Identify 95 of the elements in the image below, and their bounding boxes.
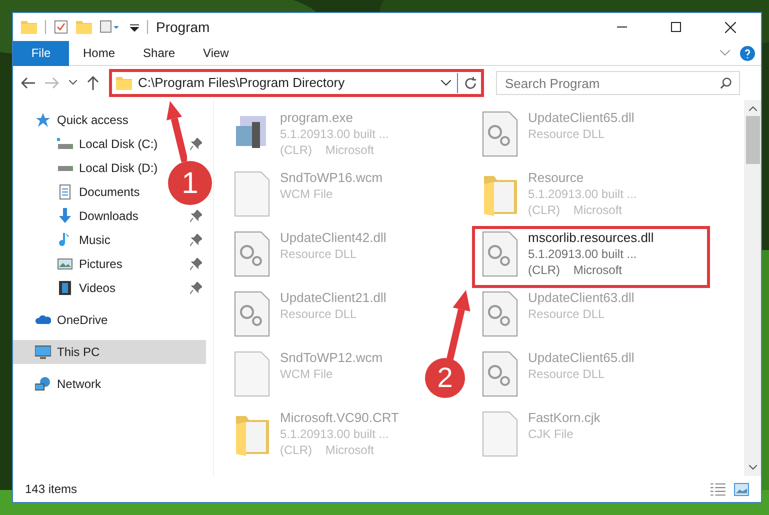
nav-item[interactable]: Downloads	[79, 207, 138, 225]
nav-item[interactable]: Videos	[79, 279, 116, 297]
pin-icon[interactable]	[190, 282, 202, 294]
search-icon[interactable]	[720, 77, 732, 89]
film-icon	[57, 280, 73, 296]
file-detail: Resource DLL	[280, 246, 358, 262]
ribbon-tab[interactable]: File	[13, 40, 69, 66]
scrollbar-thumb[interactable]	[746, 116, 760, 164]
up-icon[interactable]	[87, 76, 99, 90]
network-icon	[35, 376, 51, 392]
minimize-icon	[617, 26, 627, 28]
file-detail: (CLR) Microsoft	[528, 202, 624, 218]
pictures-icon	[57, 256, 73, 272]
ribbon-tab[interactable]: Home	[69, 40, 130, 66]
gear-file-icon	[480, 290, 520, 338]
recent-caret-icon[interactable]	[69, 80, 77, 86]
file-item[interactable]: mscorlib.resources.dll 5.1.20913.00 built ... (CLR) Microsoft	[480, 230, 654, 278]
pin-icon[interactable]	[190, 258, 202, 270]
file-detail: (CLR) Microsoft	[280, 442, 376, 458]
file-detail: WCM File	[280, 366, 334, 382]
nav-item[interactable]: OneDrive	[57, 311, 108, 329]
file-detail: WCM File	[280, 186, 334, 202]
window-title: Program	[156, 18, 210, 37]
refresh-icon[interactable]	[464, 76, 477, 90]
file-name: UpdateClient65.dll	[528, 350, 634, 366]
file-name: Microsoft.VC90.CRT	[280, 410, 399, 426]
gear-file-icon	[232, 290, 272, 338]
file-name: program.exe	[280, 110, 354, 126]
nav-item[interactable]: Pictures	[79, 255, 122, 273]
maximize-icon	[671, 22, 681, 32]
file-detail: Resource DLL	[528, 126, 606, 142]
close-icon	[724, 22, 736, 32]
file-icon	[232, 350, 272, 398]
details-view-icon[interactable]	[710, 482, 726, 496]
nav-item[interactable]: Local Disk (C:)	[79, 135, 158, 153]
item-count: 143 items	[25, 481, 78, 498]
nav-label: This PC	[57, 344, 100, 361]
scroll-down-icon[interactable]	[748, 465, 756, 470]
file-detail: 5.1.20913.00 built ...	[528, 186, 637, 202]
file-name: Resource	[528, 170, 585, 186]
file-name: SndToWP16.wcm	[280, 170, 383, 186]
search-field[interactable]: Search Program	[496, 71, 740, 95]
document-icon	[57, 184, 73, 200]
file-name: SndToWP12.wcm	[280, 350, 383, 366]
gear-file-icon	[232, 230, 272, 278]
pin-icon[interactable]	[190, 234, 202, 246]
file-name: mscorlib.resources.dll	[528, 230, 654, 246]
ribbon-tab[interactable]: Share	[129, 40, 190, 66]
large-icons-view-icon[interactable]	[734, 482, 749, 496]
file-detail: CJK File	[528, 426, 574, 442]
file-detail: (CLR) Microsoft	[528, 262, 624, 278]
scroll-up-icon[interactable]	[748, 106, 756, 111]
monitor-icon	[35, 344, 51, 360]
file-name: UpdateClient21.dll	[280, 290, 386, 306]
gear-file-icon	[480, 110, 520, 158]
dropdown-icon[interactable]	[441, 80, 451, 86]
scrollbar[interactable]	[744, 100, 761, 476]
back-icon[interactable]	[21, 77, 35, 89]
expand-ribbon-icon[interactable]	[720, 50, 730, 56]
nav-item[interactable]: Documents	[79, 183, 140, 201]
properties-icon[interactable]	[100, 20, 122, 34]
file-detail: 5.1.20913.00 built ...	[528, 246, 638, 262]
drive-icon	[57, 138, 73, 150]
nav-item[interactable]: Music	[79, 231, 110, 249]
file-detail: Resource DLL	[528, 366, 606, 382]
file-icon	[480, 410, 520, 458]
nav-item[interactable]: Local Disk (D:)	[79, 159, 158, 177]
file-name: UpdateClient42.dll	[280, 230, 386, 246]
file-detail: 5.1.20913.00 built ...	[280, 126, 389, 142]
download-icon	[57, 208, 73, 224]
folder-icon	[21, 20, 37, 34]
address-bar[interactable]: C:\Program Files\Program Directory	[109, 69, 484, 97]
file-detail: (CLR) Microsoft	[280, 142, 376, 158]
customize-caret-icon[interactable]	[130, 22, 139, 32]
file-detail: Resource DLL	[528, 306, 606, 322]
gear-file-icon	[480, 350, 520, 398]
star-icon	[35, 112, 51, 128]
file-detail: 5.1.20913.00 built ...	[280, 426, 390, 442]
help-icon[interactable]	[740, 46, 755, 60]
nav-item[interactable]: Network	[57, 375, 102, 393]
checklist-icon[interactable]	[54, 19, 68, 35]
pin-icon[interactable]	[190, 210, 202, 222]
file-icon	[232, 170, 272, 218]
folder-icon	[116, 76, 132, 90]
file-detail: Resource DLL	[280, 306, 358, 322]
address-path: C:\Program Files\Program Directory	[138, 74, 346, 92]
file-name: UpdateClient65.dll	[528, 110, 634, 126]
nav-item[interactable]: This PC	[13, 340, 206, 364]
gear-file-icon	[480, 230, 520, 278]
file-name: UpdateClient63.dll	[528, 290, 634, 306]
pin-icon[interactable]	[190, 138, 202, 150]
ribbon-tab[interactable]: View	[189, 40, 243, 66]
nav-item[interactable]: Quick access	[57, 111, 128, 129]
drive-icon	[57, 166, 73, 170]
file-name: FastKorn.cjk	[528, 410, 600, 426]
